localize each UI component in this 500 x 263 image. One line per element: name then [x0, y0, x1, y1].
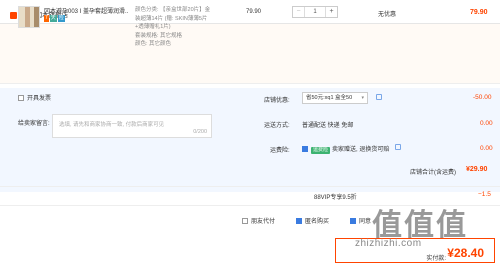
- freight-info: 运费险 卖家赠送, 退换货可赔: [302, 144, 389, 154]
- product-title[interactable]: 冈本避孕003 I 盖孕套超薄润滑...: [44, 6, 128, 15]
- coupon-info-icon[interactable]: [376, 94, 382, 102]
- pay-label: 实付款:: [426, 256, 446, 262]
- freight-tag: 运费险: [311, 147, 331, 154]
- quantity-value[interactable]: 1: [305, 7, 325, 17]
- unit-price: 79.90: [246, 9, 262, 15]
- invoice-checkbox[interactable]: [18, 95, 24, 102]
- badge-day: 天: [49, 15, 57, 22]
- shop-icon: [10, 11, 17, 19]
- coupon-select[interactable]: 省50元:xq1 盒全50 ▾: [302, 92, 368, 104]
- message-label: 给卖家留言:: [18, 121, 50, 127]
- shop-total-value: ¥29.90: [466, 166, 488, 173]
- checkout-page: 店铺: 冈本旗舰店 冈本避孕003 I 盖孕套超薄润滑... 7天险 颜色分类:…: [0, 0, 500, 263]
- agree-checkbox[interactable]: [350, 218, 356, 225]
- shipping-label: 运送方式:: [264, 123, 290, 129]
- anonymous-checkbox[interactable]: [296, 218, 302, 225]
- shipping-text: 普通配送 快递 免邮: [302, 123, 354, 129]
- shop-discount-label: 店铺优惠:: [264, 98, 290, 104]
- sku-line: +透薄赠礼1片): [135, 24, 171, 30]
- sku-line: 装超薄14片 (赠: SKIN薄薄5片: [135, 15, 208, 22]
- invoice-option[interactable]: 开具发票: [18, 93, 51, 102]
- sku-line: 套装规格: 其它规格: [135, 32, 183, 39]
- message-counter: 0/200: [193, 129, 207, 135]
- badge-7day: 7: [44, 15, 49, 22]
- message-placeholder: 选填, 请先和商家协商一致, 付款后商家可见: [59, 122, 165, 128]
- decrease-button[interactable]: −: [293, 7, 305, 17]
- watermark-text: zhizhizhi.com: [355, 238, 422, 249]
- order-item: [0, 24, 500, 84]
- invoice-message-area: [0, 88, 260, 192]
- friend-pay-option[interactable]: 朋友代付: [242, 216, 275, 225]
- freight-checkbox[interactable]: [302, 146, 308, 153]
- freight-label: 运费险:: [270, 148, 290, 154]
- freight-value: 0.00: [480, 145, 493, 152]
- shipping-value: 0.00: [480, 120, 493, 127]
- product-thumbnail[interactable]: [18, 6, 40, 28]
- shop-discount-value: -50.00: [473, 94, 492, 101]
- friend-pay-checkbox[interactable]: [242, 218, 248, 225]
- quantity-stepper[interactable]: − 1 +: [292, 6, 338, 18]
- vip-text: 88VIP专享9.5折: [314, 195, 357, 201]
- agree-option[interactable]: 同意: [350, 216, 371, 225]
- sku-line: 颜色: 其它颜色: [135, 41, 172, 47]
- item-discount: 无优惠: [378, 12, 397, 18]
- message-input[interactable]: 选填, 请先和商家协商一致, 付款后商家可见 0/200: [52, 114, 212, 138]
- anonymous-option[interactable]: 匿名购买: [296, 216, 329, 225]
- order-options-area: [260, 88, 500, 192]
- sku-line: 颜色分类: 【亲盒世部20片】金: [135, 7, 211, 13]
- chevron-down-icon: ▾: [361, 95, 364, 101]
- sku-info: 颜色分类: 【亲盒世部20片】金 装超薄14片 (赠: SKIN薄薄5片 +透薄…: [135, 6, 250, 49]
- pay-amount: ¥28.40: [447, 246, 484, 260]
- freight-info-icon[interactable]: [395, 144, 401, 152]
- badge-insurance: 险: [57, 15, 65, 22]
- product-badges: 7天险: [44, 15, 66, 22]
- item-subtotal: 79.90: [470, 9, 488, 16]
- increase-button[interactable]: +: [325, 7, 337, 17]
- shop-total-label: 店铺合计(含运费): [410, 170, 456, 176]
- vip-value: −1.5: [478, 191, 491, 198]
